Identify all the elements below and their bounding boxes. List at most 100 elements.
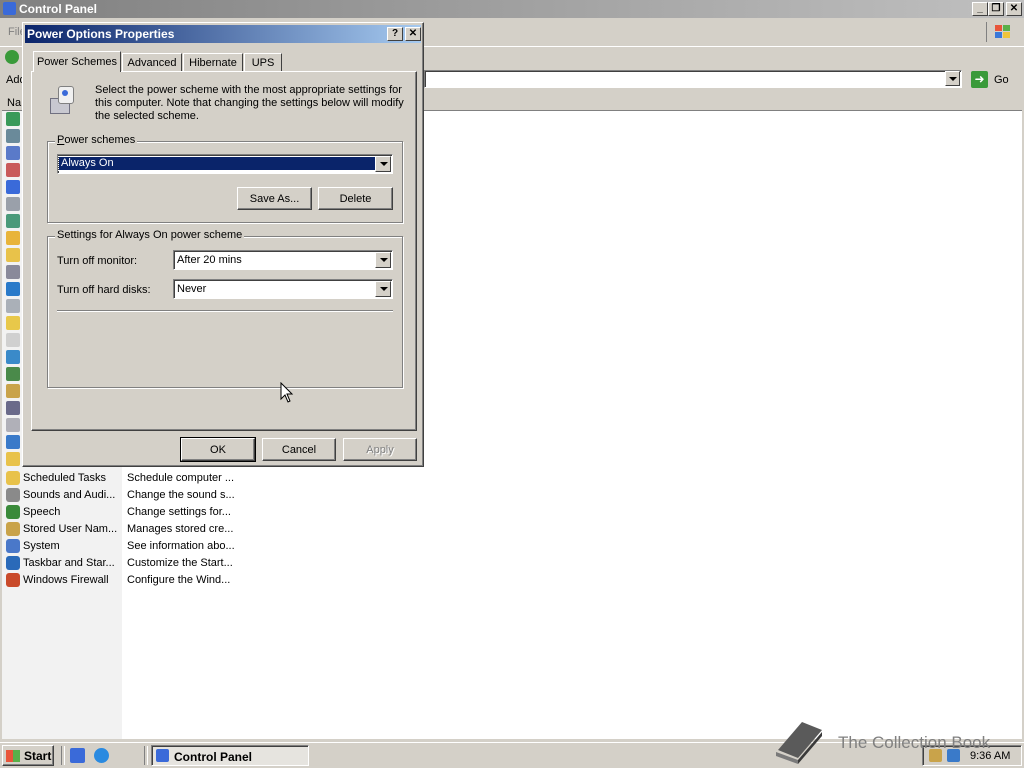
quicklaunch-divider xyxy=(61,746,65,765)
settings-divider xyxy=(57,310,393,312)
list-item[interactable]: Scheduled Tasks Schedule computer ... xyxy=(0,470,240,487)
cp-item-icon xyxy=(6,435,20,449)
watermark-text: The Collection Book xyxy=(838,733,991,752)
speech-icon xyxy=(6,505,20,519)
cp-titlebar[interactable]: Control Panel _ ❐ ✕ xyxy=(0,0,1024,18)
cp-item-icon xyxy=(6,452,20,466)
close-button[interactable]: ✕ xyxy=(1006,2,1022,16)
minimize-button[interactable]: _ xyxy=(972,2,988,16)
chevron-down-icon[interactable] xyxy=(375,156,391,172)
cp-item-icon xyxy=(6,265,20,279)
mouse-cursor-icon xyxy=(280,382,294,403)
cp-item-icon xyxy=(6,401,20,415)
tab-ups[interactable]: UPS xyxy=(244,53,282,72)
list-item[interactable]: Taskbar and Star... Customize the Start.… xyxy=(0,555,240,572)
help-button[interactable]: ? xyxy=(387,27,403,41)
windows-logo-icon xyxy=(986,22,1021,42)
disks-value: Never xyxy=(177,283,207,295)
list-item-name: Scheduled Tasks xyxy=(23,472,106,484)
list-item[interactable]: System See information abo... xyxy=(0,538,240,555)
windows-flag-icon xyxy=(6,749,20,762)
disks-label: Turn off hard disks: xyxy=(57,284,151,296)
dialog-title: Power Options Properties xyxy=(27,27,175,41)
cp-item-icon xyxy=(6,146,20,160)
key-icon xyxy=(6,522,20,536)
list-item-name: Taskbar and Star... xyxy=(23,557,115,569)
go-arrow-icon[interactable]: ➜ xyxy=(971,71,988,88)
list-item-name: Windows Firewall xyxy=(23,574,109,586)
back-arrow-icon[interactable] xyxy=(5,50,19,64)
scheduled-tasks-icon xyxy=(6,471,20,485)
cp-item-icon xyxy=(6,214,20,228)
cp-item-icon xyxy=(6,418,20,432)
dialog-titlebar[interactable]: Power Options Properties ? ✕ xyxy=(25,25,421,43)
list-item-desc: See information abo... xyxy=(127,540,235,552)
book-icon xyxy=(776,722,822,764)
cp-item-icon xyxy=(6,163,20,177)
cp-item-icon xyxy=(6,316,20,330)
cancel-button[interactable]: Cancel xyxy=(262,438,336,461)
show-desktop-icon[interactable] xyxy=(70,748,85,763)
column-name-header[interactable]: Na xyxy=(7,97,21,109)
list-item[interactable]: Sounds and Audi... Change the sound s... xyxy=(0,487,240,504)
list-item[interactable]: Stored User Nam... Manages stored cre... xyxy=(0,521,240,538)
cp-item-icon xyxy=(6,333,20,347)
list-item-desc: Manages stored cre... xyxy=(127,523,234,535)
restore-button[interactable]: ❐ xyxy=(988,2,1004,16)
chevron-down-icon[interactable] xyxy=(375,252,391,268)
list-item[interactable]: Speech Change settings for... xyxy=(0,504,240,521)
cp-item-icon xyxy=(6,384,20,398)
power-schemes-label: Power schemes xyxy=(55,134,138,146)
tab-hibernate[interactable]: Hibernate xyxy=(183,53,243,72)
list-item-name: Speech xyxy=(23,506,61,518)
cp-item-icon xyxy=(6,282,20,296)
taskbar-icon xyxy=(6,556,20,570)
control-panel-icon xyxy=(3,2,16,15)
scheme-description: Select the power scheme with the most ap… xyxy=(95,84,404,122)
cp-item-icon xyxy=(6,248,20,262)
go-label[interactable]: Go xyxy=(994,74,1009,86)
power-plug-icon xyxy=(46,86,80,116)
list-item-desc: Change settings for... xyxy=(127,506,231,518)
monitor-value: After 20 mins xyxy=(177,254,242,266)
firewall-icon xyxy=(6,573,20,587)
monitor-timeout-select[interactable]: After 20 mins xyxy=(173,250,393,270)
delete-button[interactable]: Delete xyxy=(318,187,393,210)
settings-group-label: Settings for Always On power scheme xyxy=(55,229,245,241)
chevron-down-icon[interactable] xyxy=(375,281,391,297)
cp-item-icon xyxy=(6,197,20,211)
list-item[interactable]: Windows Firewall Configure the Wind... xyxy=(0,572,240,589)
watermark: The Collection Book xyxy=(772,720,1012,766)
start-button[interactable]: Start xyxy=(2,745,54,766)
power-scheme-select[interactable]: Always On xyxy=(57,154,393,174)
tab-panel: Select the power scheme with the most ap… xyxy=(31,71,417,431)
apply-button[interactable]: Apply xyxy=(343,438,417,461)
scheme-settings-group: Settings for Always On power scheme Turn… xyxy=(47,229,403,388)
cp-title: Control Panel xyxy=(19,2,98,16)
system-icon xyxy=(6,539,20,553)
dialog-close-button[interactable]: ✕ xyxy=(405,27,421,41)
power-options-dialog: Power Options Properties ? ✕ Power Schem… xyxy=(22,22,424,467)
address-input[interactable] xyxy=(424,70,962,88)
cp-item-icon xyxy=(6,231,20,245)
cp-item-icon xyxy=(6,129,20,143)
list-item-desc: Customize the Start... xyxy=(127,557,233,569)
list-item-name: Stored User Nam... xyxy=(23,523,118,535)
list-item-name: System xyxy=(23,540,60,552)
list-item-desc: Configure the Wind... xyxy=(127,574,231,586)
internet-explorer-icon[interactable] xyxy=(94,748,109,763)
list-item-name: Sounds and Audi... xyxy=(23,489,116,501)
control-panel-icon xyxy=(156,749,169,762)
power-schemes-group: Power schemes Always On Save As... Delet… xyxy=(47,134,403,223)
ok-button[interactable]: OK xyxy=(180,437,256,462)
tab-power-schemes[interactable]: Power Schemes xyxy=(33,51,121,72)
monitor-label: Turn off monitor: xyxy=(57,255,138,267)
address-dropdown-arrow[interactable] xyxy=(945,71,960,86)
taskbar-control-panel-button[interactable]: Control Panel xyxy=(151,745,309,766)
tab-advanced[interactable]: Advanced xyxy=(122,53,182,72)
list-item-desc: Change the sound s... xyxy=(127,489,235,501)
disks-timeout-select[interactable]: Never xyxy=(173,279,393,299)
save-as-button[interactable]: Save As... xyxy=(237,187,312,210)
speaker-icon xyxy=(6,488,20,502)
cp-item-icon xyxy=(6,112,20,126)
